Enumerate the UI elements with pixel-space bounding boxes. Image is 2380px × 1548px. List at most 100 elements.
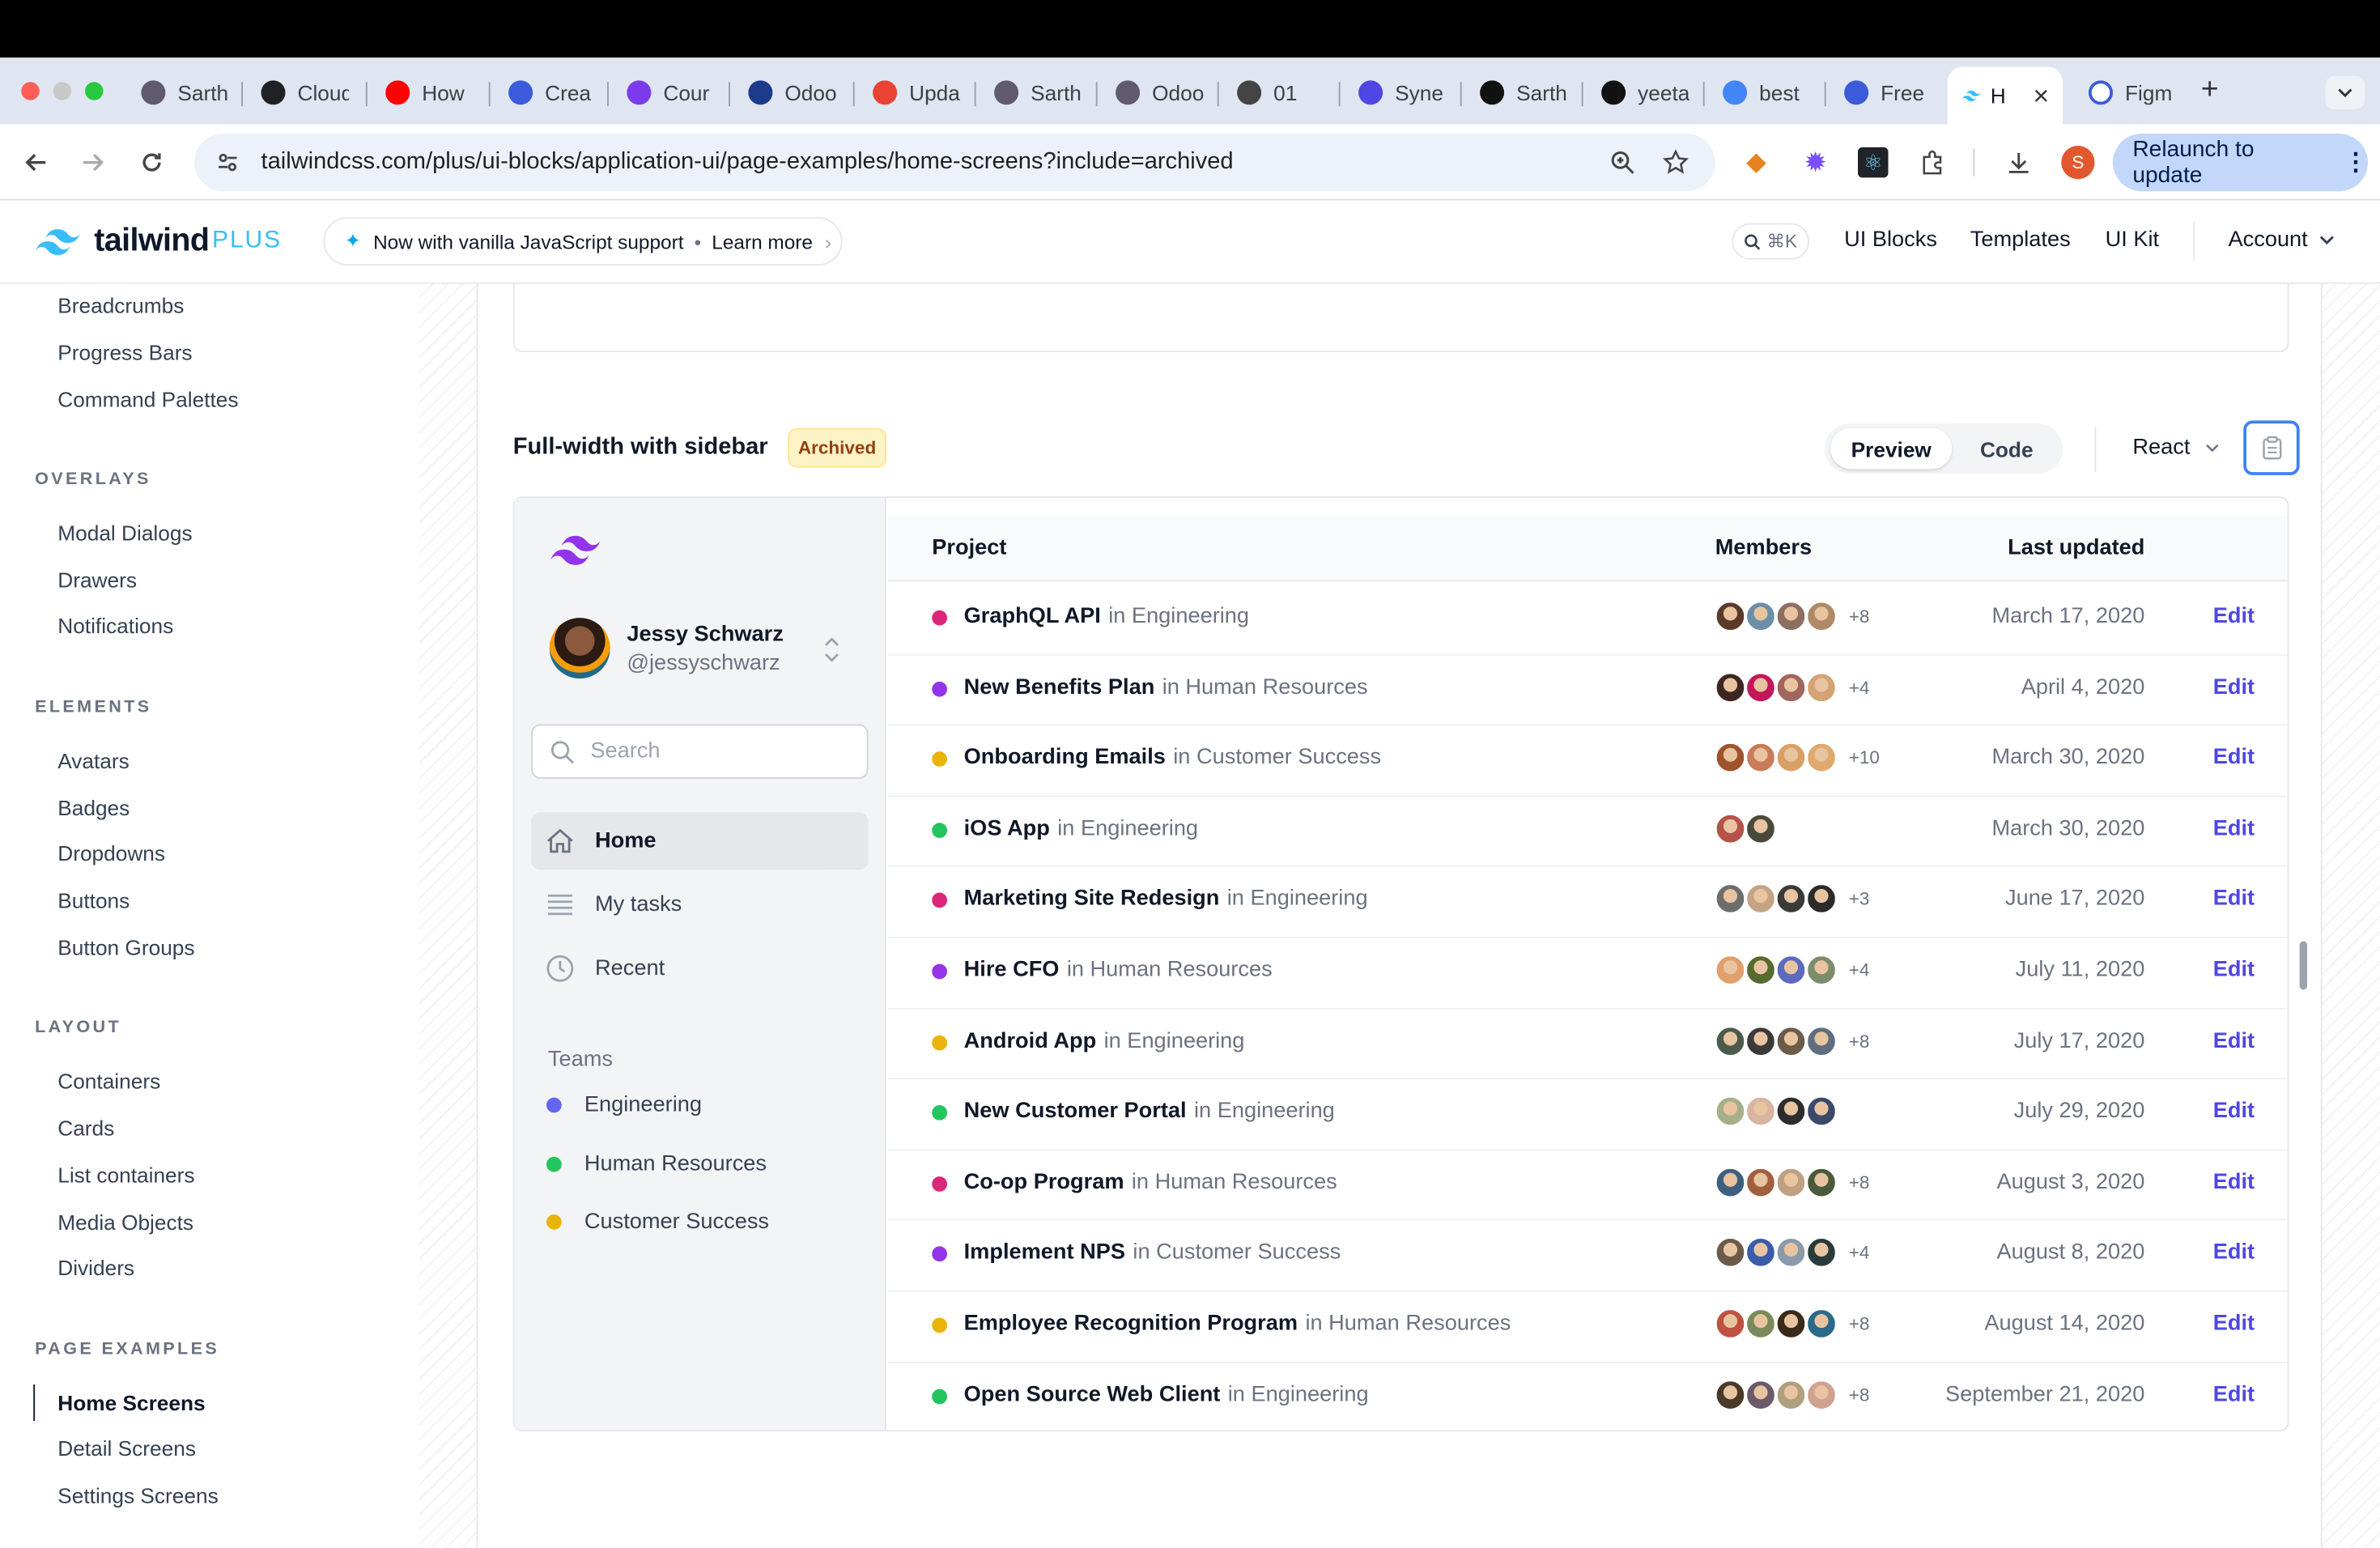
extensions-puzzle-icon[interactable] <box>1915 146 1949 179</box>
project-name[interactable]: Hire CFO <box>964 958 1060 982</box>
project-name-cell[interactable]: New Customer Portal in Engineering <box>964 1099 1335 1124</box>
zoom-window-button[interactable] <box>85 82 104 100</box>
back-button[interactable] <box>15 141 58 184</box>
project-name-cell[interactable]: Implement NPS in Customer Success <box>964 1241 1341 1265</box>
sidebar-item-avatars[interactable]: Avatars <box>57 748 130 772</box>
browser-tab[interactable]: Cour <box>614 70 729 115</box>
forward-button[interactable] <box>71 141 114 184</box>
sidebar-item-buttons[interactable]: Buttons <box>57 888 130 912</box>
edit-link[interactable]: Edit <box>2213 1170 2255 1194</box>
sidebar-item-dividers[interactable]: Dividers <box>57 1256 134 1280</box>
sidebar-item-home-screens[interactable]: Home Screens <box>57 1391 205 1415</box>
project-name[interactable]: Onboarding Emails <box>964 746 1166 770</box>
chevron-up-down-icon[interactable] <box>822 636 841 664</box>
browser-tab[interactable]: Cloud <box>248 70 363 115</box>
announcement-pill[interactable]: ✦ Now with vanilla JavaScript support • … <box>323 217 843 266</box>
gear-extension-icon[interactable]: ✹ <box>1799 146 1832 179</box>
preview-nav-my-tasks[interactable]: My tasks <box>531 876 868 933</box>
preview-nav-home[interactable]: Home <box>531 812 869 870</box>
project-name[interactable]: New Benefits Plan <box>964 675 1155 700</box>
edit-link[interactable]: Edit <box>2213 604 2255 628</box>
edit-link[interactable]: Edit <box>2213 1028 2255 1053</box>
close-window-button[interactable] <box>21 82 40 100</box>
learn-more-link[interactable]: Learn more <box>712 230 813 253</box>
project-name-cell[interactable]: iOS App in Engineering <box>964 816 1198 840</box>
metamask-icon[interactable]: ◆ <box>1740 146 1773 179</box>
react-devtools-icon[interactable]: ⚛ <box>1856 146 1889 179</box>
sidebar-item-breadcrumbs[interactable]: Breadcrumbs <box>57 293 184 317</box>
site-info-icon[interactable] <box>215 151 240 175</box>
brand-logo[interactable]: tailwind PLUS <box>33 223 282 260</box>
copy-button[interactable] <box>2243 420 2300 475</box>
preview-logo-icon[interactable] <box>548 531 603 568</box>
project-name[interactable]: Co-op Program <box>964 1170 1124 1194</box>
browser-tab[interactable]: best <box>1709 70 1825 115</box>
browser-tab[interactable]: 01 <box>1223 70 1339 115</box>
sidebar-item-list-containers[interactable]: List containers <box>57 1163 194 1187</box>
preview-tab[interactable]: Preview <box>1830 427 1953 470</box>
project-name-cell[interactable]: Onboarding Emails in Customer Success <box>964 746 1382 770</box>
zoom-icon[interactable] <box>1606 146 1639 179</box>
edit-link[interactable]: Edit <box>2213 816 2255 840</box>
sidebar-item-media-objects[interactable]: Media Objects <box>57 1210 193 1234</box>
download-icon[interactable] <box>2002 146 2035 179</box>
browser-tab[interactable]: Odoo <box>1102 70 1218 115</box>
sidebar-item-dropdowns[interactable]: Dropdowns <box>57 841 165 865</box>
sidebar-item-drawers[interactable]: Drawers <box>57 568 137 592</box>
project-name-cell[interactable]: GraphQL API in Engineering <box>964 604 1249 628</box>
sidebar-item-containers[interactable]: Containers <box>57 1069 160 1093</box>
browser-tab[interactable]: Sarth <box>1466 70 1582 115</box>
project-name[interactable]: Marketing Site Redesign <box>964 887 1220 912</box>
minimize-window-button[interactable] <box>53 82 72 100</box>
project-name[interactable]: Employee Recognition Program <box>964 1312 1298 1336</box>
team-human-resources[interactable]: Human Resources <box>546 1152 767 1176</box>
nav-ui-blocks[interactable]: UI Blocks <box>1844 228 1937 252</box>
browser-tab[interactable]: Syne <box>1345 70 1460 115</box>
browser-tab[interactable]: How <box>372 70 487 115</box>
edit-link[interactable]: Edit <box>2213 1099 2255 1124</box>
edit-link[interactable]: Edit <box>2213 1241 2255 1265</box>
search-input[interactable]: Search <box>531 724 869 779</box>
sidebar-item-command-palettes[interactable]: Command Palettes <box>57 387 238 411</box>
address-bar[interactable]: tailwindcss.com/plus/ui-blocks/applicati… <box>194 134 1715 192</box>
project-name-cell[interactable]: Marketing Site Redesign in Engineering <box>964 887 1368 912</box>
project-name-cell[interactable]: Hire CFO in Human Resources <box>964 958 1273 982</box>
reload-button[interactable] <box>130 141 173 184</box>
project-name[interactable]: New Customer Portal <box>964 1099 1187 1124</box>
bookmark-star-icon[interactable] <box>1659 146 1692 179</box>
nav-ui-kit[interactable]: UI Kit <box>2106 228 2159 252</box>
account-menu[interactable]: Account <box>2229 228 2335 252</box>
project-name-cell[interactable]: Android App in Engineering <box>964 1028 1245 1053</box>
profile-avatar[interactable]: S <box>2061 146 2095 180</box>
team-engineering[interactable]: Engineering <box>546 1093 702 1117</box>
active-tab[interactable]: H × <box>1947 66 2063 125</box>
edit-link[interactable]: Edit <box>2213 1382 2255 1406</box>
project-name-cell[interactable]: Open Source Web Client in Engineering <box>964 1382 1369 1406</box>
project-name[interactable]: iOS App <box>964 816 1050 840</box>
browser-tab[interactable]: Crea <box>495 70 610 115</box>
project-name[interactable]: Open Source Web Client <box>964 1382 1221 1406</box>
team-customer-success[interactable]: Customer Success <box>546 1210 769 1234</box>
page-scrollbar[interactable] <box>2299 941 2307 990</box>
browser-tab[interactable]: Sarth <box>128 70 244 115</box>
sidebar-item-modal-dialogs[interactable]: Modal Dialogs <box>57 521 192 545</box>
sidebar-item-settings-screens[interactable]: Settings Screens <box>57 1483 218 1508</box>
code-tab[interactable]: Code <box>1958 428 2055 470</box>
framework-select[interactable]: React <box>2132 436 2219 460</box>
project-name[interactable]: GraphQL API <box>964 604 1101 628</box>
browser-tab[interactable]: Free <box>1830 70 1946 115</box>
project-name[interactable]: Android App <box>964 1028 1097 1053</box>
edit-link[interactable]: Edit <box>2213 746 2255 770</box>
browser-tab[interactable]: Upda <box>859 70 975 115</box>
browser-tab[interactable]: Odoo <box>735 70 851 115</box>
site-search-button[interactable]: ⌘K <box>1732 223 1809 260</box>
browser-tab[interactable]: yeeta <box>1587 70 1703 115</box>
nav-templates[interactable]: Templates <box>1970 228 2071 252</box>
new-tab-button[interactable]: + <box>2201 73 2219 108</box>
project-name-cell[interactable]: New Benefits Plan in Human Resources <box>964 675 1368 700</box>
close-tab-icon[interactable]: × <box>2034 79 2050 111</box>
user-avatar[interactable] <box>549 618 610 679</box>
sidebar-item-button-groups[interactable]: Button Groups <box>57 935 194 959</box>
browser-tab[interactable]: Sarth <box>980 70 1096 115</box>
preview-nav-recent[interactable]: Recent <box>531 940 868 997</box>
